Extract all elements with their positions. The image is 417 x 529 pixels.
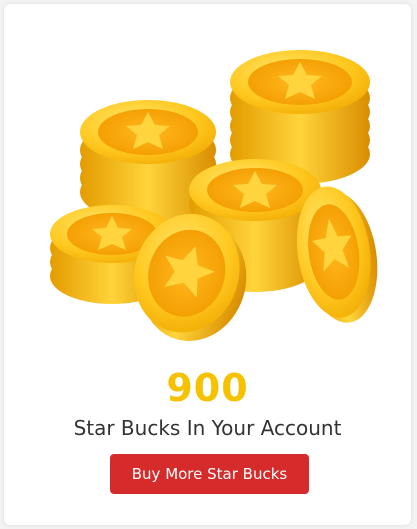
gold-star-coins-stack-icon xyxy=(50,50,378,341)
star-bucks-card: 900 Star Bucks In Your Account Buy More … xyxy=(4,4,411,525)
star-bucks-balance: 900 xyxy=(166,366,249,410)
buy-more-star-bucks-button[interactable]: Buy More Star Bucks xyxy=(110,454,309,494)
balance-caption: Star Bucks In Your Account xyxy=(73,416,342,440)
